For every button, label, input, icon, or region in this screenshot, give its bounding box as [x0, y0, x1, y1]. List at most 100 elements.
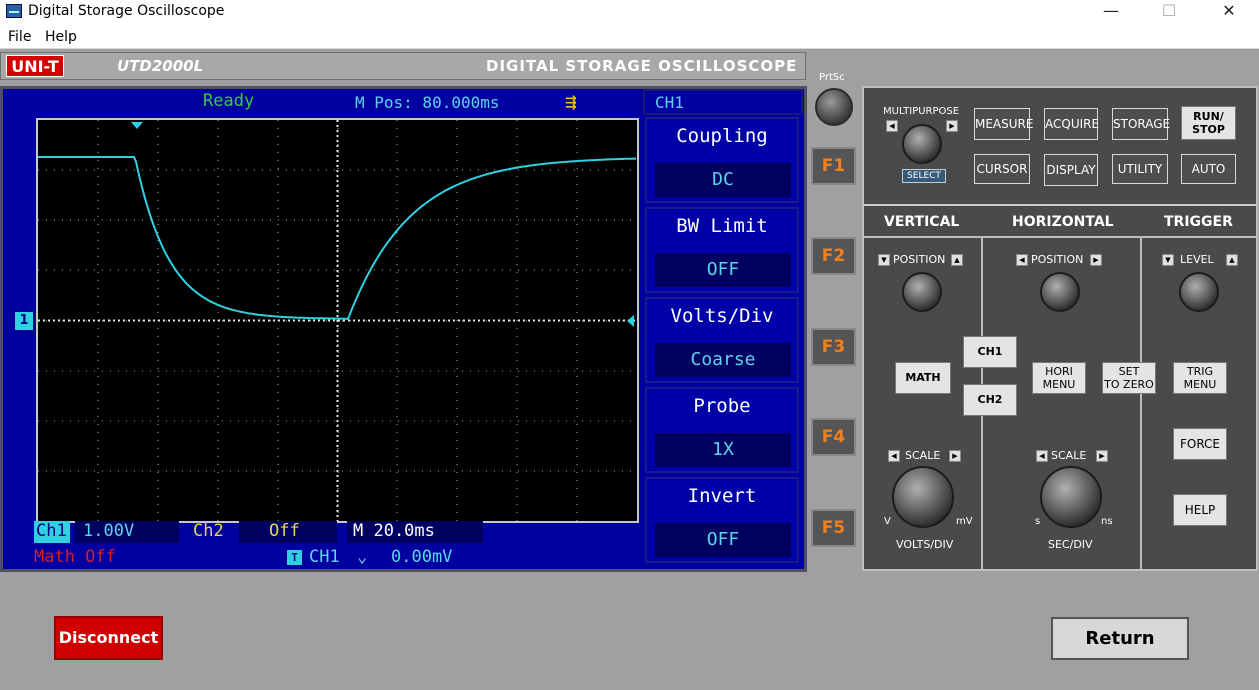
math-button[interactable]: MATH: [895, 362, 951, 394]
utility-button[interactable]: UTILITY: [1112, 154, 1168, 184]
auto-button[interactable]: AUTO: [1181, 154, 1236, 184]
time-unit-right: ns: [1101, 516, 1113, 527]
h-position-right-icon[interactable]: ▶: [1090, 254, 1102, 266]
hori-menu-button[interactable]: HORI MENU: [1032, 362, 1086, 394]
select-button[interactable]: SELECT: [902, 169, 946, 183]
column-divider-2: [1140, 236, 1142, 569]
ch2-button[interactable]: CH2: [963, 384, 1017, 416]
v-scale-right-icon[interactable]: ▶: [949, 450, 961, 462]
v-position-knob[interactable]: [902, 272, 942, 312]
waveform-grid: [36, 118, 639, 523]
softmenu-label: Invert: [687, 485, 757, 507]
trigger-level-knob[interactable]: [1179, 272, 1219, 312]
v-position-down-icon[interactable]: ▼: [878, 254, 890, 266]
prtsc-button[interactable]: [815, 88, 853, 126]
maximize-button[interactable]: ☐: [1146, 0, 1192, 25]
volts-div-label: VOLTS/DIV: [896, 538, 954, 551]
acquire-button[interactable]: ACQUIRE: [1044, 108, 1099, 140]
trigger-level-marker: [627, 315, 634, 327]
multipurpose-left-arrow-icon[interactable]: ◀: [886, 120, 898, 132]
level-label: LEVEL: [1180, 253, 1214, 266]
sec-div-label: SEC/DIV: [1048, 538, 1093, 551]
oscilloscope-app-icon: [6, 4, 22, 18]
v-position-label: POSITION: [893, 253, 946, 266]
multipurpose-knob[interactable]: [902, 124, 942, 164]
softmenu-bw-limit: BW Limit OFF: [645, 207, 799, 293]
set-to-zero-button[interactable]: SET TO ZERO: [1102, 362, 1156, 394]
softmenu-label: BW Limit: [676, 215, 768, 237]
main-position: M Pos: 80.000ms: [355, 93, 500, 112]
multipurpose-right-arrow-icon[interactable]: ▶: [946, 120, 958, 132]
title-bar: Digital Storage Oscilloscope — ☐ ✕: [0, 0, 1259, 25]
measure-button[interactable]: MEASURE: [974, 108, 1033, 140]
h-scale-left-icon[interactable]: ◀: [1036, 450, 1048, 462]
hori-menu-label-2: MENU: [1042, 378, 1076, 391]
h-position-left-icon[interactable]: ◀: [1016, 254, 1028, 266]
trigger-slope-icon: ⌄: [357, 547, 368, 567]
f2-button[interactable]: F2: [811, 237, 856, 275]
softmenu-value: Coarse: [655, 343, 791, 377]
cursor-button[interactable]: CURSOR: [974, 154, 1030, 184]
menu-bar: File Help: [0, 25, 1259, 49]
volts-unit-right: mV: [956, 516, 973, 527]
h-scale-right-icon[interactable]: ▶: [1096, 450, 1108, 462]
softmenu-probe: Probe 1X: [645, 387, 799, 473]
soft-menu: CH1 Coupling DC BW Limit OFF Volts/Div C…: [643, 89, 803, 569]
window-title: Digital Storage Oscilloscope: [28, 3, 225, 19]
force-button[interactable]: FORCE: [1173, 428, 1227, 460]
close-button[interactable]: ✕: [1206, 0, 1252, 25]
model-name: UTD2000L: [117, 57, 204, 75]
control-panel: MULTIPURPOSE ◀ ▶ SELECT MEASURE ACQUIRE …: [862, 86, 1258, 571]
level-down-icon[interactable]: ▼: [1162, 254, 1174, 266]
ch2-label: Ch2: [193, 521, 224, 541]
usb-icon: ⇶: [565, 95, 577, 111]
uni-t-logo: UNI-T: [6, 55, 64, 77]
menu-file[interactable]: File: [8, 29, 31, 45]
set-to-zero-label-1: SET: [1118, 365, 1140, 378]
h-scale-label: SCALE: [1051, 449, 1087, 462]
softmenu-value: DC: [655, 163, 791, 197]
menu-channel: CH1: [655, 93, 684, 112]
h-position-knob[interactable]: [1040, 272, 1080, 312]
sec-div-knob[interactable]: [1040, 466, 1102, 528]
softmenu-value: OFF: [655, 253, 791, 287]
softmenu-label: Coupling: [676, 125, 768, 147]
f1-button[interactable]: F1: [811, 147, 856, 185]
softmenu-label: Probe: [693, 395, 751, 417]
softmenu-volts-div: Volts/Div Coarse: [645, 297, 799, 383]
trig-menu-button[interactable]: TRIG MENU: [1173, 362, 1227, 394]
trig-menu-label-2: MENU: [1183, 378, 1217, 391]
level-up-icon[interactable]: ▲: [1226, 254, 1238, 266]
storage-button[interactable]: STORAGE: [1112, 108, 1170, 140]
softmenu-value: 1X: [655, 433, 791, 467]
ch1-button[interactable]: CH1: [963, 336, 1017, 368]
return-button[interactable]: Return: [1051, 617, 1189, 660]
volts-unit-left: V: [884, 516, 891, 527]
ch2-status: Off: [239, 521, 337, 543]
volts-div-knob[interactable]: [892, 466, 954, 528]
softmenu-invert: Invert OFF: [645, 477, 799, 563]
scope-display: Ready M Pos: 80.000ms ⇶ 1 Ch1 1.00V Ch2 …: [0, 86, 807, 572]
trigger-title: TRIGGER: [1164, 214, 1233, 230]
f5-button[interactable]: F5: [811, 509, 856, 547]
trigger-source: CH1: [309, 547, 340, 567]
help-button[interactable]: HELP: [1173, 494, 1227, 526]
display-button[interactable]: DISPLAY: [1044, 154, 1098, 186]
disconnect-button[interactable]: Disconnect: [54, 616, 163, 660]
f3-button[interactable]: F3: [811, 328, 856, 366]
menu-help[interactable]: Help: [45, 29, 77, 45]
v-position-up-icon[interactable]: ▲: [951, 254, 963, 266]
v-scale-left-icon[interactable]: ◀: [888, 450, 900, 462]
h-position-label: POSITION: [1031, 253, 1084, 266]
ch1-label: Ch1: [34, 521, 70, 543]
f4-button[interactable]: F4: [811, 418, 856, 456]
run-stop-button[interactable]: RUN/ STOP: [1181, 106, 1236, 140]
ch1-volts-div: 1.00V: [75, 521, 179, 543]
ch1-ground-marker: 1: [15, 312, 33, 330]
minimize-button[interactable]: —: [1088, 0, 1134, 25]
run-stop-label-2: STOP: [1192, 123, 1225, 136]
multipurpose-label: MULTIPURPOSE: [883, 106, 960, 117]
set-to-zero-label-2: TO ZERO: [1104, 378, 1154, 391]
acquisition-status: Ready: [203, 91, 255, 111]
menu-control-section: MULTIPURPOSE ◀ ▶ SELECT MEASURE ACQUIRE …: [864, 88, 1256, 206]
